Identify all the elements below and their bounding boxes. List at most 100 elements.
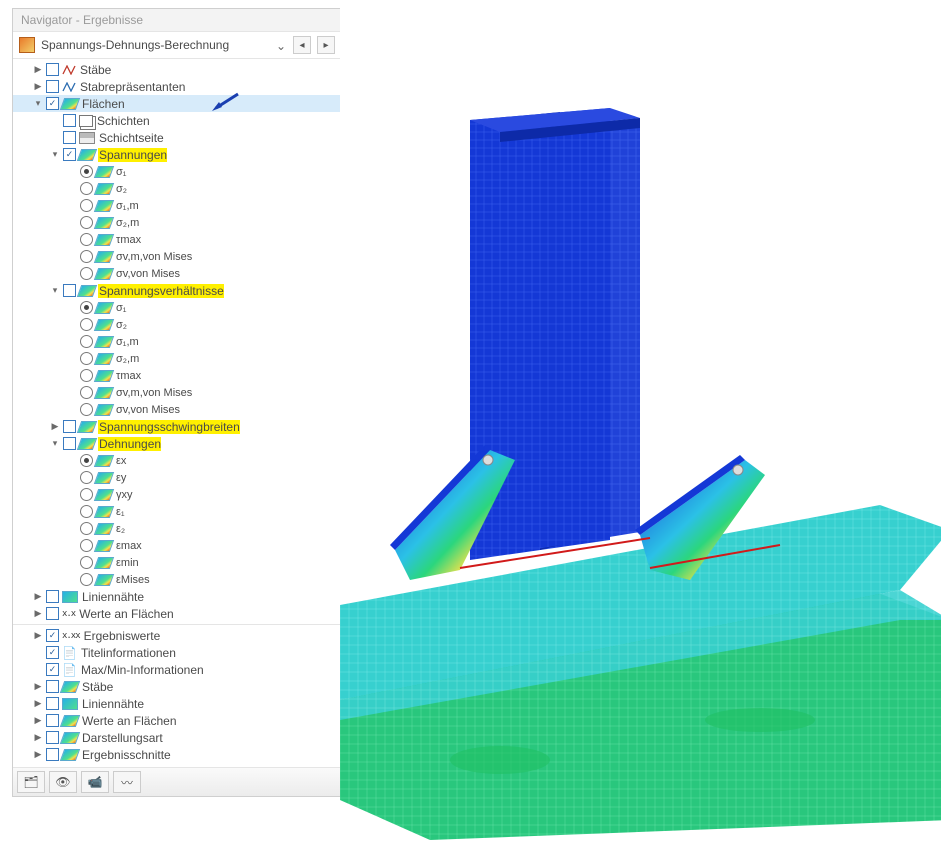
checkbox[interactable] [63,114,76,127]
tree-item-sigma1[interactable]: σ₁ [13,163,341,180]
tree-item-ratio-sigma2m[interactable]: σ₂,m [13,350,341,367]
tree-item-ergebnisschnitte[interactable]: ▶ Ergebnisschnitte [13,746,341,763]
radio[interactable] [80,403,93,416]
radio[interactable] [80,505,93,518]
views-button[interactable]: 🗂 [17,771,45,793]
radio[interactable] [80,352,93,365]
result-type-dropdown[interactable]: Spannungs-Dehnungs-Berechnung ⌄ ◂ ▸ [13,32,341,59]
checkbox[interactable] [46,714,59,727]
radio[interactable] [80,573,93,586]
checkbox[interactable] [46,629,59,642]
checkbox[interactable] [63,284,76,297]
tree-item-emax[interactable]: εmax [13,537,341,554]
checkbox[interactable] [63,131,76,144]
radio[interactable] [80,556,93,569]
tree-item-sigmavm[interactable]: σv,von Mises [13,265,341,282]
radio[interactable] [80,488,93,501]
tree-item-ratio-sigmavmm[interactable]: σv,m,von Mises [13,384,341,401]
radio[interactable] [80,318,93,331]
expand-icon[interactable]: ▶ [50,422,60,432]
checkbox[interactable] [46,697,59,710]
tree-item-gxy[interactable]: γxy [13,486,341,503]
checkbox[interactable] [46,663,59,676]
collapse-icon[interactable]: ▾ [50,150,60,160]
radio[interactable] [80,522,93,535]
tree-item-taumax[interactable]: τmax [13,231,341,248]
tree-item-ratio-sigma2[interactable]: σ₂ [13,316,341,333]
tree-item-liniennaehte[interactable]: ▶ Liniennähte [13,588,341,605]
radio[interactable] [80,165,93,178]
tree-item-schwingbreiten[interactable]: ▶ Spannungsschwingbreiten [13,418,341,435]
tree-item-liniennaehte2[interactable]: ▶ Liniennähte [13,695,341,712]
tree-item-staebe[interactable]: ▶ Stäbe [13,61,341,78]
tree-item-ey[interactable]: εy [13,469,341,486]
radio[interactable] [80,369,93,382]
checkbox[interactable] [46,680,59,693]
prev-button[interactable]: ◂ [293,36,311,54]
tree-item-spannungen[interactable]: ▾ Spannungen [13,146,341,163]
radio[interactable] [80,216,93,229]
radio[interactable] [80,250,93,263]
tree-item-ratio-sigmavm[interactable]: σv,von Mises [13,401,341,418]
camera-button[interactable]: 📹 [81,771,109,793]
tree-item-ratio-taumax[interactable]: τmax [13,367,341,384]
radio[interactable] [80,233,93,246]
tree-item-maxmin[interactable]: 📄 Max/Min-Informationen [13,661,341,678]
checkbox[interactable] [46,607,59,620]
tree-item-stabrep[interactable]: ▶ Stabrepräsentanten [13,78,341,95]
tree-item-werte-flaechen2[interactable]: ▶ Werte an Flächen [13,712,341,729]
tree-item-ratio-sigma1m[interactable]: σ₁,m [13,333,341,350]
radio[interactable] [80,267,93,280]
tree-item-e1[interactable]: ε₁ [13,503,341,520]
expand-icon[interactable]: ▶ [33,592,43,602]
tree-item-werte-flaechen[interactable]: ▶ x.x Werte an Flächen [13,605,341,622]
tree-item-schichtseite[interactable]: Schichtseite [13,129,341,146]
checkbox[interactable] [46,731,59,744]
tree-item-emises[interactable]: εMises [13,571,341,588]
expand-icon[interactable]: ▶ [33,631,43,641]
expand-icon[interactable]: ▶ [33,699,43,709]
tree-item-ergebniswerte[interactable]: ▶ x.xx Ergebniswerte [13,627,341,644]
radio[interactable] [80,182,93,195]
collapse-icon[interactable]: ▾ [50,439,60,449]
checkbox[interactable] [46,63,59,76]
checkbox[interactable] [46,748,59,761]
model-viewport[interactable] [340,0,941,866]
tree-item-spannungsverhaeltnisse[interactable]: ▾ Spannungsverhältnisse [13,282,341,299]
tree-item-sigmavmm[interactable]: σv,m,von Mises [13,248,341,265]
checkbox[interactable] [46,80,59,93]
radio[interactable] [80,301,93,314]
tree-item-staebe2[interactable]: ▶ Stäbe [13,678,341,695]
tree-item-schichten[interactable]: Schichten [13,112,341,129]
tree-item-e2[interactable]: ε₂ [13,520,341,537]
radio[interactable] [80,386,93,399]
tree-item-dehnungen[interactable]: ▾ Dehnungen [13,435,341,452]
animate-button[interactable]: 〰 [113,771,141,793]
tree-item-ratio-sigma1[interactable]: σ₁ [13,299,341,316]
radio[interactable] [80,539,93,552]
checkbox[interactable] [63,148,76,161]
expand-icon[interactable]: ▶ [33,750,43,760]
checkbox[interactable] [46,590,59,603]
checkbox[interactable] [63,420,76,433]
expand-icon[interactable]: ▶ [33,716,43,726]
tree-item-ex[interactable]: εx [13,452,341,469]
checkbox[interactable] [46,646,59,659]
tree-item-darstellungsart[interactable]: ▶ Darstellungsart [13,729,341,746]
radio[interactable] [80,199,93,212]
expand-icon[interactable]: ▶ [33,682,43,692]
expand-icon[interactable]: ▶ [33,609,43,619]
radio[interactable] [80,335,93,348]
tree-item-sigma1m[interactable]: σ₁,m [13,197,341,214]
expand-icon[interactable]: ▶ [33,82,43,92]
expand-icon[interactable]: ▶ [33,733,43,743]
radio[interactable] [80,454,93,467]
tree-item-titelinfo[interactable]: 📄 Titelinformationen [13,644,341,661]
collapse-icon[interactable]: ▾ [33,99,43,109]
tree-item-flaechen[interactable]: ▾ Flächen [13,95,341,112]
collapse-icon[interactable]: ▾ [50,286,60,296]
tree-item-emin[interactable]: εmin [13,554,341,571]
radio[interactable] [80,471,93,484]
visibility-button[interactable]: 👁 [49,771,77,793]
expand-icon[interactable]: ▶ [33,65,43,75]
